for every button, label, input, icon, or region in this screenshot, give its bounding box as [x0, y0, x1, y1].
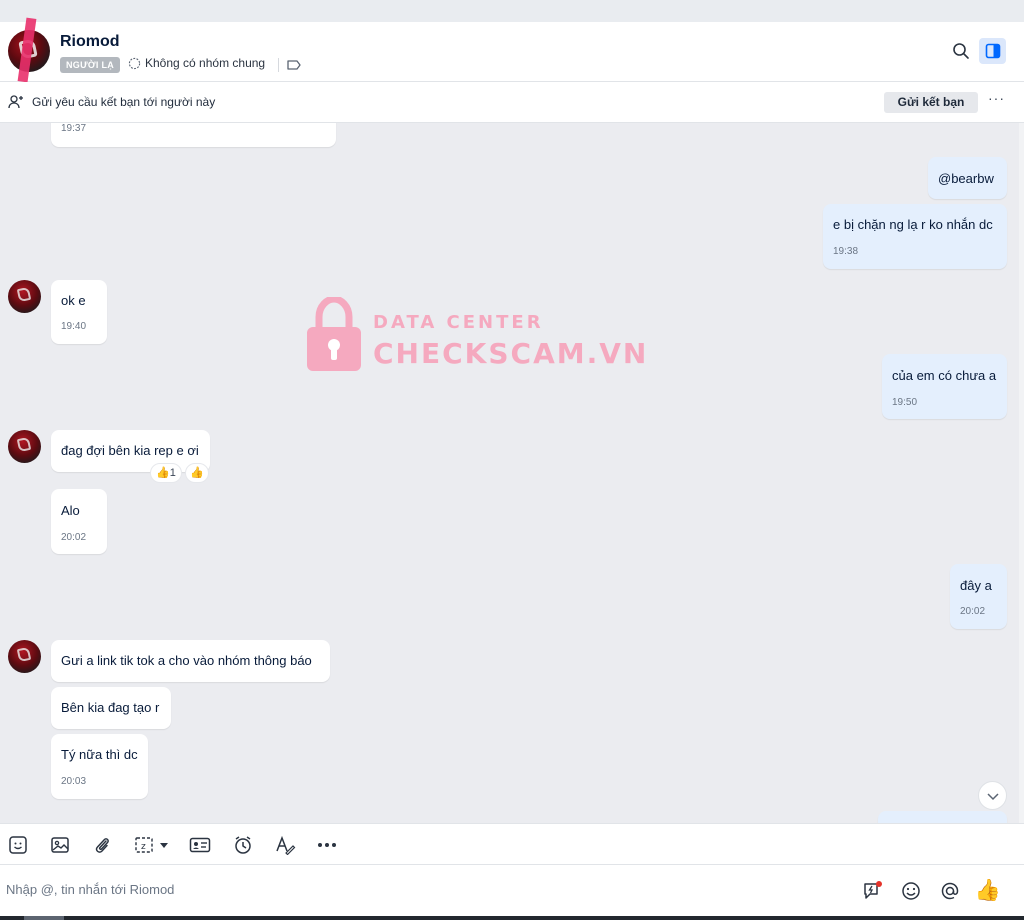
add-friend-icon: [8, 95, 23, 109]
contact-name[interactable]: Riomod: [60, 33, 120, 51]
lock-icon: [307, 297, 361, 371]
more-options-button[interactable]: [316, 834, 338, 856]
top-strip: [0, 0, 1024, 22]
friend-request-text: Gửi yêu cầu kết bạn tới người này: [32, 95, 216, 109]
emoji-button[interactable]: [899, 879, 923, 903]
message-text: đag đợi bên kia rep e ơi: [61, 443, 199, 458]
message-time: 19:37: [61, 123, 87, 134]
message-bubble[interactable]: đag đợi bên kia rep e ơi: [51, 430, 210, 472]
more-icon[interactable]: ···: [988, 90, 1005, 106]
svg-text:z: z: [141, 842, 146, 852]
reminder-button[interactable]: [232, 834, 254, 856]
reaction-badge[interactable]: 👍1: [150, 463, 182, 483]
message-bubble[interactable]: ok e 19:40: [51, 280, 107, 344]
sticker-icon: [9, 836, 27, 854]
message-bubble[interactable]: [878, 811, 1007, 823]
message-time: 20:03: [61, 776, 87, 787]
message-bubble[interactable]: đây a 20:02: [950, 564, 1007, 629]
message-text: Alo: [61, 503, 80, 518]
message-text: @bearbw: [938, 171, 994, 186]
text-format-icon: [276, 835, 296, 855]
message-time: 19:40: [61, 321, 87, 332]
more-icon: [318, 843, 336, 847]
message-time: 19:38: [833, 246, 859, 257]
message-bubble[interactable]: 19:37: [51, 123, 336, 147]
message-text: e bị chặn ng lạ r ko nhắn dc: [833, 217, 993, 232]
search-icon: [953, 43, 969, 59]
message-time: 20:02: [61, 532, 87, 543]
search-button[interactable]: [950, 40, 972, 62]
emoji-icon: [902, 882, 920, 900]
text-format-button[interactable]: [274, 834, 296, 856]
screenshot-icon: z: [135, 837, 168, 853]
watermark-line2: CHECKSCAM.VN: [373, 337, 649, 370]
mention-icon: [941, 882, 959, 900]
message-text: ok e: [61, 293, 86, 308]
chevron-down-icon: [986, 792, 999, 800]
contact-card-icon: [189, 837, 211, 853]
thumbs-up-icon: 👍: [974, 879, 1002, 902]
header-divider: [278, 58, 279, 72]
message-bubble[interactable]: Bên kia đag tạo r: [51, 687, 171, 729]
group-icon: [128, 57, 141, 69]
message-text: của em có chưa a: [892, 368, 997, 383]
chat-header: Riomod NGƯỜI LẠ Không có nhóm chung: [0, 17, 1024, 83]
attachment-button[interactable]: [91, 834, 113, 856]
thumbs-up-icon: 👍: [156, 467, 170, 479]
mutual-groups-label: Không có nhóm chung: [145, 56, 266, 70]
message-time: 19:50: [892, 397, 918, 408]
chat-messages[interactable]: DATA CENTER CHECKSCAM.VN 19:37 @bearbw e…: [0, 123, 1024, 823]
message-bubble[interactable]: của em có chưa a 19:50: [882, 354, 1007, 419]
screenshot-button[interactable]: z: [133, 834, 171, 856]
avatar[interactable]: [8, 280, 41, 313]
side-panel-icon: [985, 43, 1000, 59]
watermark-line1: DATA CENTER: [373, 312, 544, 333]
quick-message-button[interactable]: [861, 879, 885, 903]
side-panel-button[interactable]: [979, 38, 1006, 64]
reminder-icon: [235, 836, 251, 854]
message-bubble[interactable]: e bị chặn ng lạ r ko nhắn dc 19:38: [823, 204, 1007, 269]
message-input[interactable]: [6, 882, 826, 897]
reaction-count: 1: [169, 467, 176, 479]
tag-icon[interactable]: [286, 58, 302, 72]
thumbs-up-icon: 👍: [190, 467, 204, 479]
add-reaction-button[interactable]: 👍: [185, 463, 209, 483]
message-text: Bên kia đag tạo r: [61, 700, 160, 715]
image-icon: [51, 837, 69, 853]
mutual-groups[interactable]: Không có nhóm chung: [128, 56, 265, 70]
image-button[interactable]: [49, 834, 71, 856]
message-text: Gưi a link tik tok a cho vào nhóm thông …: [61, 653, 312, 668]
message-time: 20:02: [960, 606, 986, 617]
message-bubble[interactable]: @bearbw: [928, 157, 1007, 199]
stranger-badge: NGƯỜI LẠ: [60, 57, 121, 73]
scroll-to-bottom-button[interactable]: [978, 781, 1007, 810]
message-bubble[interactable]: Gưi a link tik tok a cho vào nhóm thông …: [51, 640, 330, 682]
sticker-button[interactable]: [7, 834, 29, 856]
message-text: Tý nữa thì dc: [61, 747, 138, 762]
avatar[interactable]: [8, 430, 41, 463]
message-text: đây a: [960, 578, 992, 593]
quick-message-icon: [864, 881, 882, 899]
avatar[interactable]: [8, 640, 41, 673]
attachment-icon: [95, 838, 109, 853]
taskbar-strip: [0, 916, 1024, 920]
contact-card-button[interactable]: [189, 834, 211, 856]
message-bubble[interactable]: Alo 20:02: [51, 489, 107, 554]
message-composer: 👍: [0, 865, 1024, 916]
composer-toolbar: z: [0, 823, 1024, 865]
mention-button[interactable]: [938, 879, 962, 903]
friend-request-bar: Gửi yêu cầu kết bạn tới người này Gửi kế…: [0, 82, 1024, 123]
message-bubble[interactable]: Tý nữa thì dc 20:03: [51, 734, 148, 799]
watermark: DATA CENTER CHECKSCAM.VN: [305, 295, 649, 375]
send-like-button[interactable]: 👍: [974, 879, 1002, 903]
scrollbar[interactable]: [1019, 123, 1024, 823]
send-friend-request-button[interactable]: Gửi kết bạn: [884, 92, 978, 113]
